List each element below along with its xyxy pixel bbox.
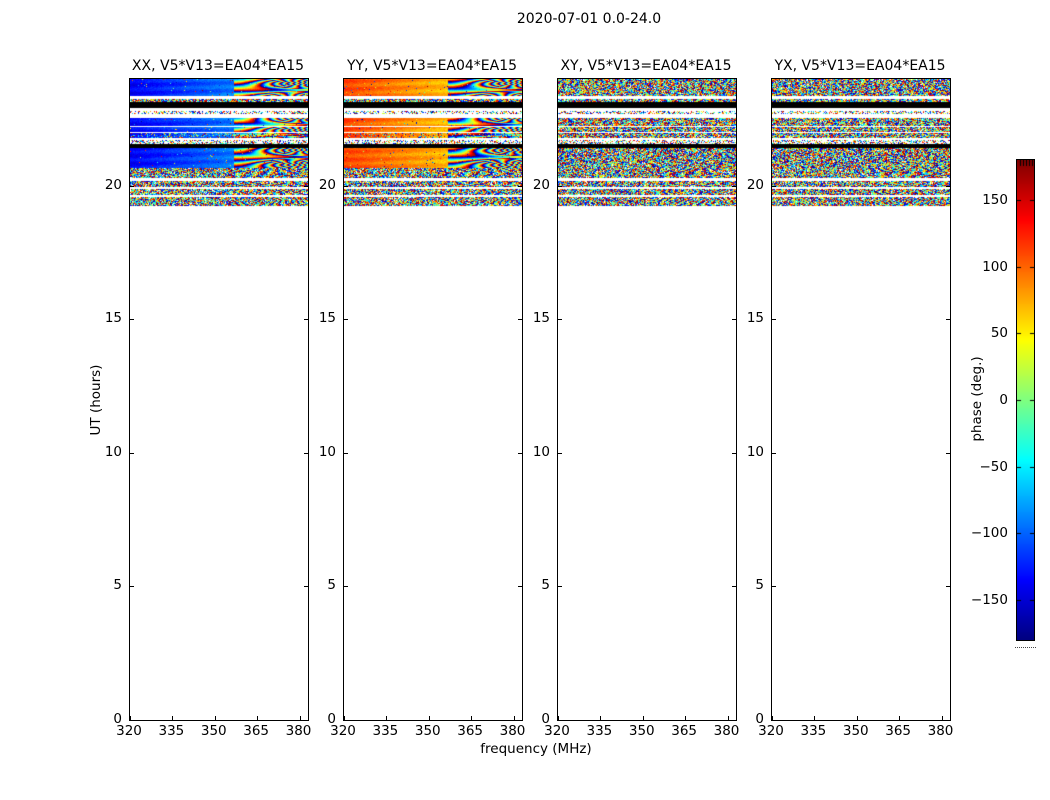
figure: 2020-07-01 0.0-24.0 frequency (MHz) UT (… — [0, 0, 1050, 800]
y-tick — [558, 586, 562, 587]
y-tick — [946, 319, 950, 320]
x-tick-label: 335 — [800, 723, 827, 739]
y-tick — [130, 186, 134, 187]
panel-yy — [343, 78, 523, 721]
y-tick — [772, 319, 776, 320]
colorbar-canvas — [1017, 160, 1034, 640]
heatmap-canvas-yy — [344, 79, 522, 720]
y-tick-label: 5 — [327, 577, 336, 593]
y-tick — [130, 453, 134, 454]
x-tick — [257, 716, 259, 720]
x-tick — [386, 716, 388, 720]
panel-title-yx: YX, V5*V13=EA04*EA15 — [774, 58, 946, 74]
y-tick — [558, 453, 562, 454]
x-tick-label: 335 — [586, 723, 613, 739]
colorbar-tick-label: 150 — [982, 192, 1008, 208]
x-tick-label: 350 — [414, 723, 441, 739]
x-tick-label: 365 — [885, 723, 912, 739]
y-tick-label: 20 — [318, 177, 336, 193]
y-tick — [772, 453, 776, 454]
y-axis-label: UT (hours) — [88, 364, 104, 436]
y-tick-label: 20 — [746, 177, 764, 193]
colorbar-tick-label: 0 — [999, 392, 1008, 408]
x-axis-label: frequency (MHz) — [480, 741, 592, 757]
x-tick-label: 335 — [158, 723, 185, 739]
y-tick — [558, 319, 562, 320]
y-tick-label: 15 — [104, 310, 122, 326]
y-tick-label: 20 — [532, 177, 550, 193]
panel-title-xx: XX, V5*V13=EA04*EA15 — [131, 58, 305, 74]
y-tick — [344, 720, 348, 721]
y-tick-label: 15 — [746, 310, 764, 326]
x-tick — [428, 716, 430, 720]
colorbar-tick-label: −150 — [970, 592, 1008, 608]
figure-title: 2020-07-01 0.0-24.0 — [516, 11, 662, 27]
y-tick — [130, 720, 134, 721]
x-tick — [856, 716, 858, 720]
y-tick — [946, 720, 950, 721]
panel-xy — [557, 78, 737, 721]
colorbar-tick-label: −100 — [970, 525, 1008, 541]
x-tick-label: 350 — [200, 723, 227, 739]
y-tick-label: 0 — [113, 711, 122, 727]
panel-yx — [771, 78, 951, 721]
y-tick — [558, 720, 562, 721]
y-tick — [558, 186, 562, 187]
x-tick-label: 380 — [927, 723, 954, 739]
heatmap-canvas-xx — [130, 79, 308, 720]
x-tick — [642, 716, 644, 720]
y-tick — [130, 586, 134, 587]
y-tick — [772, 186, 776, 187]
y-tick-label: 5 — [755, 577, 764, 593]
y-tick-label: 15 — [318, 310, 336, 326]
y-tick — [344, 586, 348, 587]
y-tick-label: 15 — [532, 310, 550, 326]
x-tick-label: 365 — [671, 723, 698, 739]
colorbar-tick-label: 50 — [990, 325, 1008, 341]
x-tick — [471, 716, 473, 720]
y-tick — [344, 186, 348, 187]
y-tick — [772, 720, 776, 721]
y-tick — [946, 186, 950, 187]
x-tick — [600, 716, 602, 720]
y-tick — [344, 453, 348, 454]
x-tick-label: 365 — [457, 723, 484, 739]
x-tick — [685, 716, 687, 720]
y-tick-label: 0 — [327, 711, 336, 727]
x-tick — [214, 716, 216, 720]
colorbar-tick-label: −50 — [979, 459, 1009, 475]
y-tick-label: 0 — [755, 711, 764, 727]
panel-title-xy: XY, V5*V13=EA04*EA15 — [560, 58, 732, 74]
y-tick-label: 5 — [113, 577, 122, 593]
heatmap-canvas-yx — [772, 79, 950, 720]
colorbar-tick-label: 100 — [982, 259, 1008, 275]
y-tick-label: 10 — [532, 444, 550, 460]
x-tick — [899, 716, 901, 720]
y-tick — [946, 586, 950, 587]
y-tick — [946, 453, 950, 454]
y-tick-label: 0 — [541, 711, 550, 727]
y-tick-label: 10 — [104, 444, 122, 460]
y-tick — [344, 319, 348, 320]
panel-title-yy: YY, V5*V13=EA04*EA15 — [346, 58, 518, 74]
heatmap-canvas-xy — [558, 79, 736, 720]
x-tick-label: 335 — [372, 723, 399, 739]
x-tick — [941, 716, 943, 720]
y-tick-label: 10 — [318, 444, 336, 460]
x-tick-label: 365 — [243, 723, 270, 739]
colorbar-bottom-dots — [1015, 647, 1036, 648]
x-tick-label: 350 — [842, 723, 869, 739]
y-tick-label: 20 — [104, 177, 122, 193]
y-tick — [772, 586, 776, 587]
x-tick — [814, 716, 816, 720]
y-tick-label: 10 — [746, 444, 764, 460]
x-tick-label: 350 — [628, 723, 655, 739]
panel-xx — [129, 78, 309, 721]
y-tick-label: 5 — [541, 577, 550, 593]
y-tick — [130, 319, 134, 320]
colorbar — [1016, 159, 1035, 641]
x-tick — [172, 716, 174, 720]
